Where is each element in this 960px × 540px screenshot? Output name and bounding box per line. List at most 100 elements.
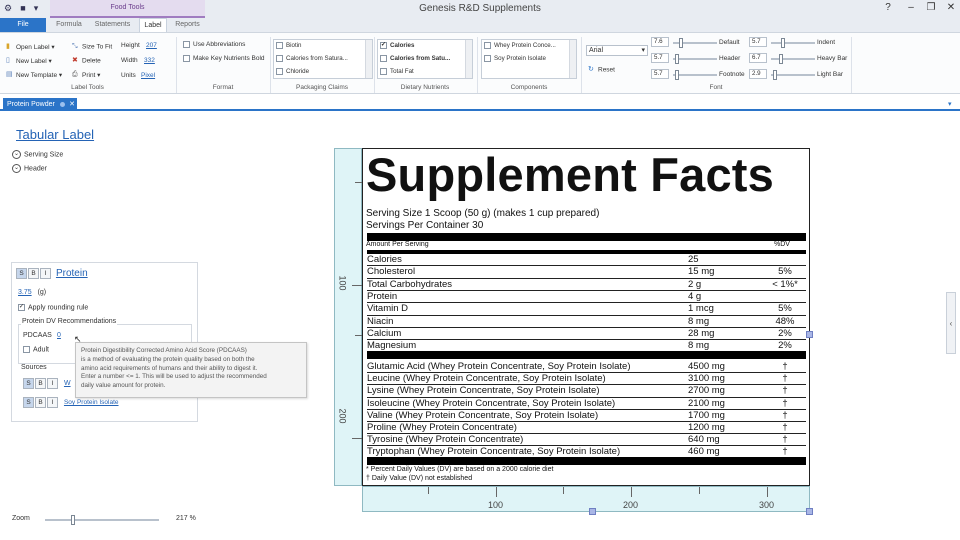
heavy-bar-size-slider[interactable]: [771, 54, 815, 64]
slider-thumb[interactable]: [773, 70, 777, 80]
vertical-ruler[interactable]: 100 200: [334, 148, 362, 486]
pdcaas-value[interactable]: 0: [57, 332, 61, 339]
delete-button[interactable]: ✖ Delete: [72, 57, 101, 65]
protein-amount-value[interactable]: 3.75: [18, 289, 32, 296]
nutrient-row[interactable]: Leucine (Whey Protein Concentrate, Soy P…: [367, 373, 806, 385]
apply-rounding-checkbox[interactable]: ✓ Apply rounding rule: [18, 304, 88, 311]
bold-key-nutrients-checkbox[interactable]: Make Key Nutrients Bold: [183, 55, 265, 62]
serving-size-section[interactable]: ⌄ Serving Size: [12, 150, 63, 159]
slider-thumb[interactable]: [779, 54, 783, 64]
header-size-input[interactable]: 5.7: [651, 53, 669, 63]
dietary-nutrients-scrollbar[interactable]: [465, 40, 472, 78]
nutrient-row[interactable]: Valine (Whey Protein Concentrate, Soy Pr…: [367, 410, 806, 422]
horizontal-ruler[interactable]: 100 200 300: [362, 486, 810, 512]
nutrient-row[interactable]: Vitamin D 1 mcg 5%: [367, 303, 806, 315]
heavy-bar-size-input[interactable]: 6.7: [749, 53, 767, 63]
font-reset-button[interactable]: ↻ Reset: [588, 66, 615, 74]
nutrient-row[interactable]: Calories 25: [367, 254, 806, 266]
font-family-select[interactable]: Arial ▾: [586, 45, 648, 56]
height-value[interactable]: 207: [146, 42, 157, 49]
side-panel-collapse-tab[interactable]: ‹: [946, 292, 956, 354]
tab-overflow-icon[interactable]: ▾: [948, 100, 952, 108]
slider-thumb[interactable]: [675, 70, 679, 80]
component-item[interactable]: Whey Protein Conce...: [484, 42, 556, 49]
tab-formula[interactable]: Formula: [49, 18, 89, 32]
slider-thumb[interactable]: [675, 54, 679, 64]
tab-reports[interactable]: Reports: [170, 18, 205, 32]
footnote-size-slider[interactable]: [673, 70, 717, 80]
nutrient-row[interactable]: Glutamic Acid (Whey Protein Concentrate,…: [367, 361, 806, 373]
components-scrollbar[interactable]: [569, 40, 576, 78]
help-icon[interactable]: ?: [880, 2, 896, 14]
open-label-button[interactable]: ▮ Open Label ▾: [6, 43, 55, 51]
zoom-slider-thumb[interactable]: [71, 515, 75, 525]
document-tab-protein-powder[interactable]: Protein Powder ✕: [3, 98, 77, 111]
strikethrough-toggle[interactable]: S: [23, 397, 34, 408]
close-button[interactable]: ✕: [943, 2, 959, 14]
adult-checkbox[interactable]: Adult: [23, 346, 49, 353]
strikethrough-toggle[interactable]: S: [23, 378, 34, 389]
dietary-nutrients-list[interactable]: ✓ Calories Calories from Satu... Total Fa…: [377, 39, 473, 79]
nutrient-row[interactable]: Tyrosine (Whey Protein Concentrate) 640 m…: [367, 434, 806, 446]
component-item[interactable]: Soy Protein Isolate: [484, 55, 546, 62]
italic-toggle[interactable]: I: [47, 378, 58, 389]
nutrient-row[interactable]: Protein 4 g: [367, 291, 806, 303]
resize-handle-right[interactable]: [806, 331, 813, 338]
packaging-claim-item[interactable]: Chloride: [276, 68, 309, 75]
indent-size-input[interactable]: 5.7: [749, 37, 767, 47]
use-abbreviations-checkbox[interactable]: Use Abbreviations: [183, 41, 245, 48]
light-bar-size-input[interactable]: 2.9: [749, 69, 767, 79]
nutrient-name-link[interactable]: Protein: [56, 268, 88, 279]
new-label-button[interactable]: ▯ New Label ▾: [6, 57, 52, 65]
supplement-facts-label[interactable]: Supplement Facts Serving Size 1 Scoop (5…: [362, 148, 810, 486]
source-link[interactable]: Soy Protein Isolate: [64, 399, 119, 406]
slider-thumb[interactable]: [781, 38, 785, 48]
strikethrough-toggle[interactable]: S: [16, 268, 27, 279]
packaging-claim-item[interactable]: Biotin: [276, 42, 301, 49]
packaging-claims-scrollbar[interactable]: [365, 40, 372, 78]
label-type-title[interactable]: Tabular Label: [16, 127, 94, 142]
width-value[interactable]: 332: [144, 57, 155, 64]
dietary-nutrient-item[interactable]: Total Fat: [380, 68, 414, 75]
bold-toggle[interactable]: B: [35, 378, 46, 389]
size-to-fit-button[interactable]: ⤡ Size To Fit: [72, 43, 112, 51]
nutrient-row[interactable]: Lysine (Whey Protein Concentrate, Soy Pr…: [367, 385, 806, 397]
packaging-claims-list[interactable]: Biotin Calories from Satura... Chloride: [273, 39, 373, 79]
nutrient-row[interactable]: Proline (Whey Protein Concentrate) 1200 m…: [367, 422, 806, 434]
default-size-input[interactable]: 7.6: [651, 37, 669, 47]
header-size-slider[interactable]: [673, 54, 717, 64]
tab-label[interactable]: Label: [139, 18, 167, 32]
components-list[interactable]: Whey Protein Conce... Soy Protein Isolat…: [481, 39, 577, 79]
nutrient-row[interactable]: Total Carbohydrates 2 g < 1%*: [367, 279, 806, 291]
italic-toggle[interactable]: I: [47, 397, 58, 408]
nutrient-row[interactable]: Niacin 8 mg 48%: [367, 316, 806, 328]
units-value[interactable]: Pixel: [141, 72, 155, 79]
close-tab-icon[interactable]: ✕: [69, 98, 75, 111]
new-template-button[interactable]: ▤ New Template ▾: [6, 71, 62, 79]
bold-toggle[interactable]: B: [35, 397, 46, 408]
tab-file[interactable]: File: [0, 18, 46, 32]
dietary-nutrient-item[interactable]: ✓ Calories: [380, 42, 414, 49]
nutrient-row[interactable]: Isoleucine (Whey Protein Concentrate, So…: [367, 398, 806, 410]
source-link[interactable]: W: [64, 380, 71, 387]
italic-toggle[interactable]: I: [40, 268, 51, 279]
bold-toggle[interactable]: B: [28, 268, 39, 279]
resize-handle-bottom[interactable]: [589, 508, 596, 515]
nutrient-row[interactable]: Calcium 28 mg 2%: [367, 328, 806, 340]
footnote-size-input[interactable]: 5.7: [651, 69, 669, 79]
packaging-claim-item[interactable]: Calories from Satura...: [276, 55, 348, 62]
default-size-slider[interactable]: [673, 38, 717, 48]
print-button[interactable]: ⎙ Print ▾: [72, 71, 100, 79]
pin-icon[interactable]: [60, 102, 65, 107]
minimize-button[interactable]: –: [903, 2, 919, 14]
zoom-slider[interactable]: [45, 515, 159, 525]
header-section[interactable]: ⌄ Header: [12, 164, 47, 173]
indent-size-slider[interactable]: [771, 38, 815, 48]
restore-button[interactable]: ❐: [923, 2, 939, 14]
nutrient-row[interactable]: Cholesterol 15 mg 5%: [367, 266, 806, 278]
light-bar-size-slider[interactable]: [771, 70, 815, 80]
resize-handle-corner[interactable]: [806, 508, 813, 515]
slider-thumb[interactable]: [679, 38, 683, 48]
tab-statements[interactable]: Statements: [89, 18, 136, 32]
dietary-nutrient-item[interactable]: Calories from Satu...: [380, 55, 450, 62]
